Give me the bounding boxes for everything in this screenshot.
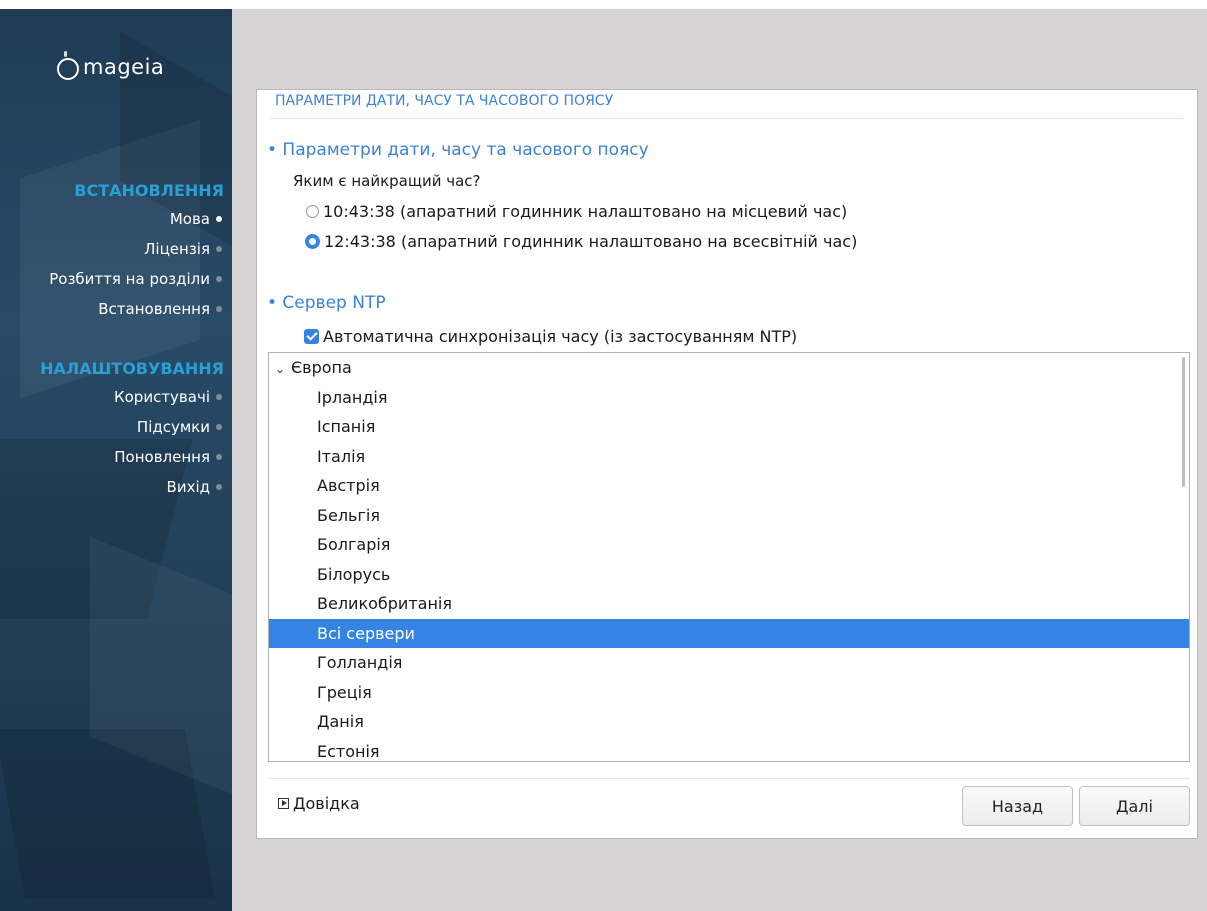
radio-utc-time[interactable]: 12:43:38 (апаратний годинник налаштовано… bbox=[305, 232, 857, 251]
list-item[interactable]: Білорусь bbox=[269, 560, 1189, 590]
footer-divider bbox=[268, 778, 1190, 779]
list-item[interactable]: Данія bbox=[269, 707, 1189, 737]
sidebar-step-label: Розбиття на розділи bbox=[49, 270, 210, 288]
step-dot-icon bbox=[216, 424, 222, 430]
sidebar-heading-config: НАЛАШТОВУВАННЯ bbox=[40, 359, 224, 378]
top-strip bbox=[0, 0, 1207, 9]
title-divider bbox=[271, 118, 1183, 119]
list-item[interactable]: Естонія bbox=[269, 737, 1189, 762]
brand-name: mageia bbox=[83, 55, 165, 79]
list-item[interactable]: Болгарія bbox=[269, 530, 1189, 560]
section-ntp-label: • Сервер NTP bbox=[267, 293, 386, 313]
back-button[interactable]: Назад bbox=[962, 786, 1073, 826]
list-item[interactable]: Греція bbox=[269, 678, 1189, 708]
list-group-europe[interactable]: ⌄ Європа bbox=[269, 353, 1189, 383]
help-label: Довідка bbox=[293, 794, 360, 813]
chevron-down-icon: ⌄ bbox=[275, 362, 286, 376]
next-button[interactable]: Далі bbox=[1079, 786, 1190, 826]
list-children: Ірландія Іспанія Італія Австрія Бельгія Болга… bbox=[269, 383, 1189, 762]
sidebar-step-label: Ліцензія bbox=[144, 240, 210, 258]
step-dot-icon bbox=[216, 276, 222, 282]
expand-arrow-icon bbox=[278, 798, 289, 809]
sidebar-step-label: Вихід bbox=[166, 478, 210, 496]
radio-local-time-label: 10:43:38 (апаратний годинник налаштовано… bbox=[323, 202, 848, 221]
sidebar-step-label: Встановлення bbox=[98, 300, 210, 318]
auto-sync-checkbox[interactable]: Автоматична синхронізація часу (із засто… bbox=[304, 327, 797, 346]
sidebar-heading-install: ВСТАНОВЛЕННЯ bbox=[74, 181, 224, 200]
list-item[interactable]: Всі сервери bbox=[269, 618, 1189, 648]
list-item[interactable]: Австрія bbox=[269, 471, 1189, 501]
step-dot-icon bbox=[216, 394, 222, 400]
sidebar-step: Мова bbox=[170, 210, 222, 228]
list-item[interactable]: Великобританія bbox=[269, 589, 1189, 619]
auto-sync-label: Автоматична синхронізація часу (із засто… bbox=[323, 327, 798, 346]
list-scrollbar[interactable] bbox=[1182, 357, 1185, 487]
mageia-logo: mageia bbox=[57, 51, 165, 80]
sidebar-step: Підсумки bbox=[137, 418, 222, 436]
step-dot-icon bbox=[216, 246, 222, 252]
sidebar: mageia ВСТАНОВЛЕННЯ Мова Ліцензія Розбиття… bbox=[0, 9, 232, 911]
current-step-dot-icon bbox=[216, 216, 222, 222]
step-dot-icon bbox=[216, 454, 222, 460]
checkbox-checked-icon bbox=[304, 329, 319, 344]
ntp-server-list[interactable]: ⌄ Європа Ірландія Іспанія Італія Австрія Бель… bbox=[268, 352, 1190, 762]
radio-local-time[interactable]: 10:43:38 (апаратний годинник налаштовано… bbox=[306, 202, 847, 221]
sidebar-step-label: Поновлення bbox=[114, 448, 210, 466]
sidebar-facet bbox=[0, 729, 215, 899]
list-group-label: Європа bbox=[291, 358, 352, 377]
list-item[interactable]: Іспанія bbox=[269, 412, 1189, 442]
list-item[interactable]: Голландія bbox=[269, 648, 1189, 678]
sidebar-step: Вихід bbox=[167, 478, 222, 496]
sidebar-step: Встановлення bbox=[98, 300, 222, 318]
sidebar-step: Ліцензія bbox=[144, 240, 222, 258]
mageia-cauldron-icon bbox=[57, 51, 79, 80]
sidebar-step: Розбиття на розділи bbox=[49, 270, 222, 288]
list-item[interactable]: Бельгія bbox=[269, 501, 1189, 531]
sidebar-step-label: Підсумки bbox=[136, 418, 210, 436]
sidebar-step-label: Користувачі bbox=[113, 388, 210, 406]
page-title: ПАРАМЕТРИ ДАТИ, ЧАСУ ТА ЧАСОВОГО ПОЯСУ bbox=[275, 93, 614, 109]
best-time-question: Яким є найкращий час? bbox=[293, 172, 481, 190]
radio-checked-icon bbox=[305, 234, 320, 249]
sidebar-step-label: Мова bbox=[169, 210, 210, 228]
list-item[interactable]: Ірландія bbox=[269, 383, 1189, 413]
radio-utc-time-label: 12:43:38 (апаратний годинник налаштовано… bbox=[324, 232, 858, 251]
section-datetime-label: • Параметри дати, часу та часового поясу bbox=[267, 140, 649, 160]
help-expander[interactable]: Довідка bbox=[278, 794, 360, 813]
list-item[interactable]: Італія bbox=[269, 442, 1189, 472]
datetime-dialog: ПАРАМЕТРИ ДАТИ, ЧАСУ ТА ЧАСОВОГО ПОЯСУ •… bbox=[256, 89, 1198, 839]
step-dot-icon bbox=[216, 484, 222, 490]
sidebar-step: Поновлення bbox=[114, 448, 222, 466]
sidebar-step: Користувачі bbox=[114, 388, 222, 406]
radio-unchecked-icon bbox=[306, 205, 319, 218]
step-dot-icon bbox=[216, 306, 222, 312]
